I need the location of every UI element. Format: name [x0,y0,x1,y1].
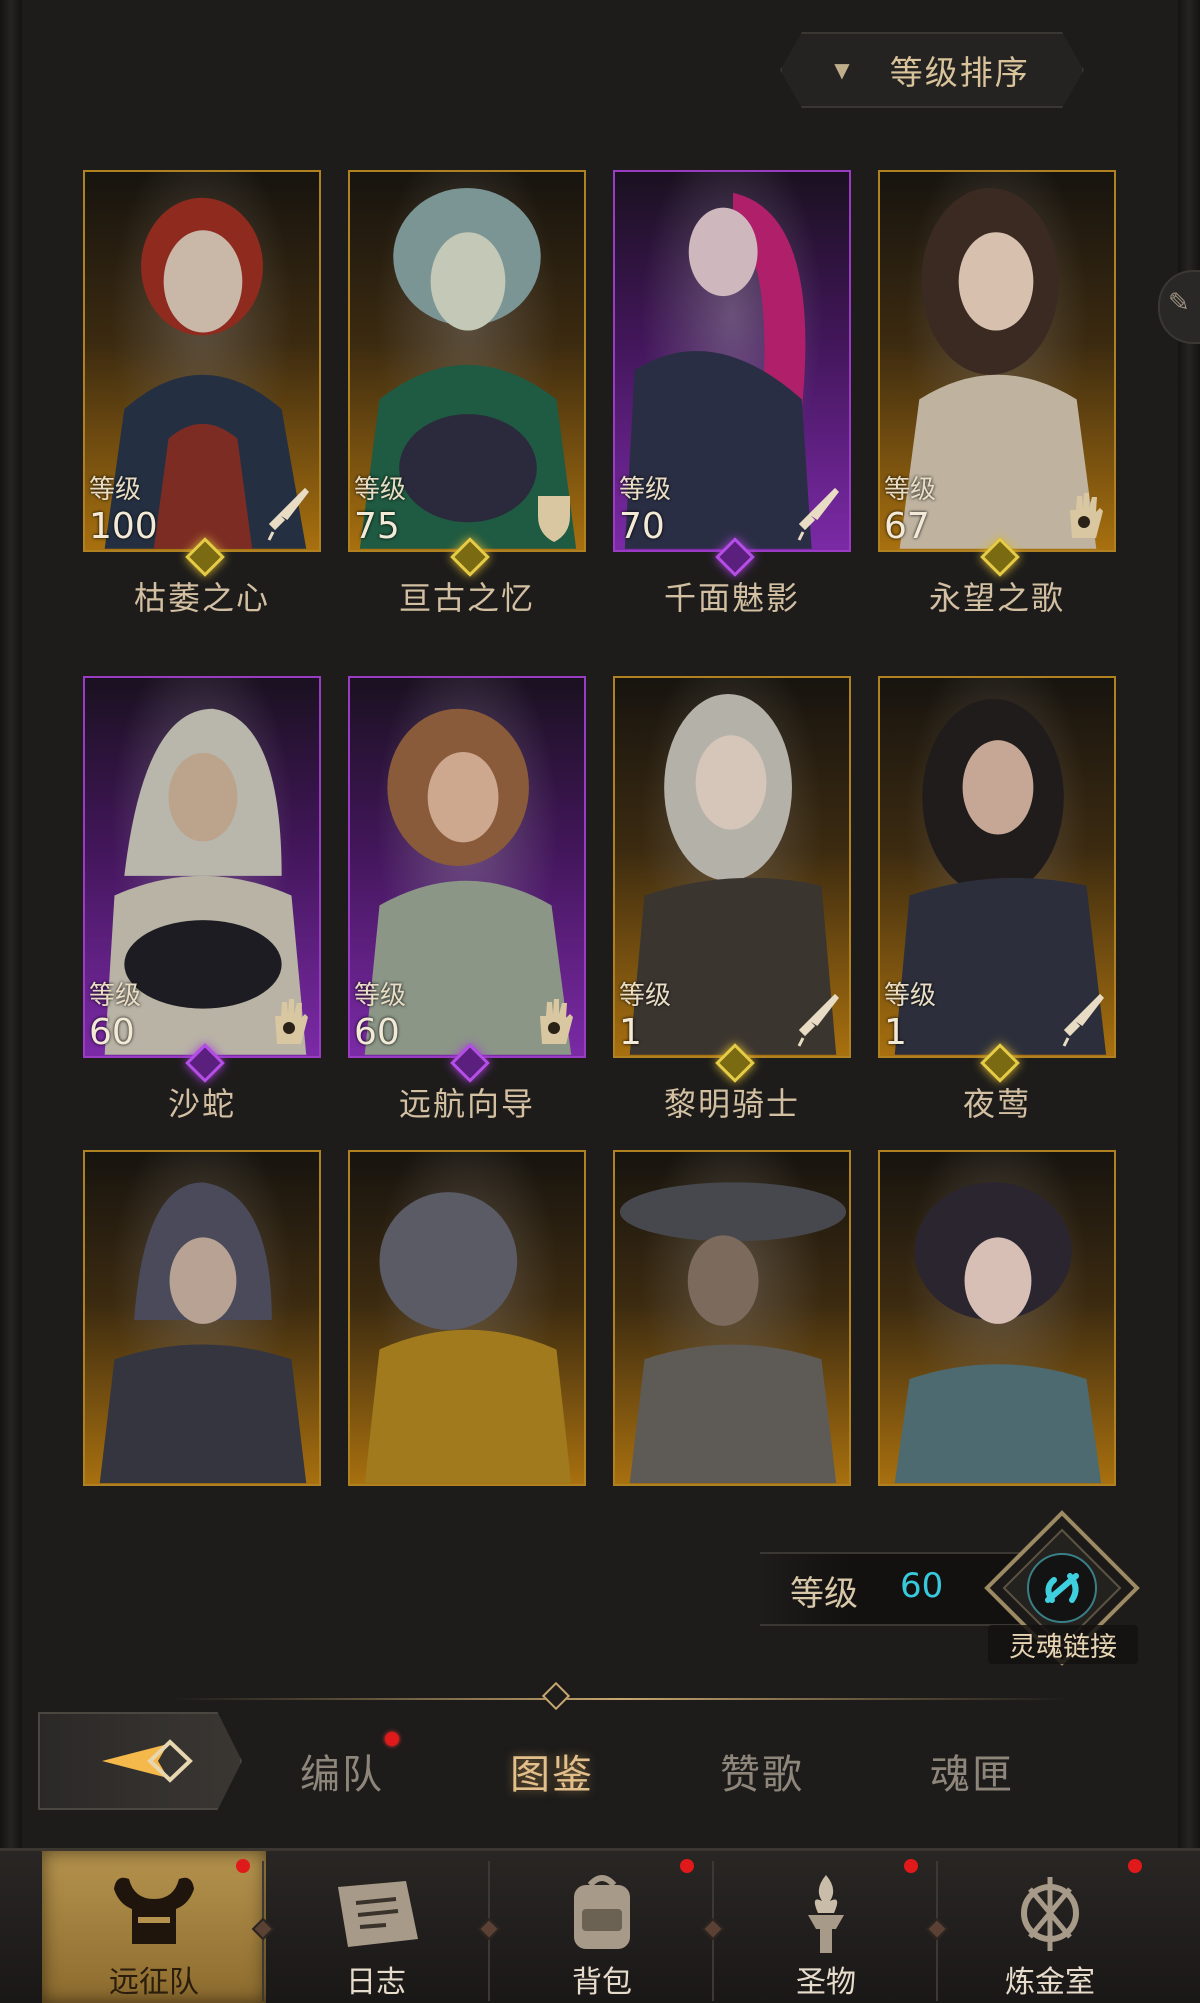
hero-name: 千面魅影 [663,579,800,617]
notification-badge [236,1859,250,1873]
hero-name: 黎明骑士 [663,1085,800,1123]
hero-card[interactable] [348,1150,586,1486]
backpack-icon [574,1875,630,1949]
nav-label: 背包 [572,1965,632,2000]
hero-card[interactable]: 等级 100 [83,170,321,552]
nav-alchemy-room[interactable]: 炼金室 [938,1851,1162,2003]
hero-card[interactable] [878,1150,1116,1486]
level-label: 等级 [89,981,142,1011]
tab-soul-box[interactable]: 魂匣 [930,1742,1014,1800]
level-value: 70 [619,506,665,547]
hero-card[interactable]: 等级 1 [613,676,851,1058]
hand-icon [1070,493,1103,538]
nav-journal[interactable]: 日志 [264,1851,488,2003]
level-label: 等级 [884,981,937,1011]
scroll-icon [338,1881,418,1947]
sort-by-level-button[interactable]: ▼ 等级排序 [780,32,1084,108]
tab-formation[interactable]: 编队 [300,1742,384,1800]
hero-card[interactable]: 等级 75 [348,170,586,552]
nav-backpack[interactable]: 背包 [490,1851,714,2003]
sort-label: 等级排序 [889,53,1030,92]
hero-name: 亘古之忆 [398,579,535,617]
hero-card[interactable] [83,1150,321,1486]
notification-badge [680,1859,694,1873]
level-label: 等级 [354,475,407,505]
sword-icon [797,994,839,1047]
edit-side-tab[interactable] [1158,270,1200,344]
level-label: 等级 [89,475,142,505]
nav-label: 日志 [346,1965,406,2000]
level-value: 60 [354,1012,400,1053]
sword-icon [797,488,839,541]
notification-badge [904,1859,918,1873]
tab-divider [170,1698,1070,1700]
hero-card[interactable]: 等级 67 [878,170,1116,552]
hero-card[interactable]: 等级 60 [83,676,321,1058]
hero-portrait [619,1182,847,1484]
hero-portrait [99,1182,307,1484]
back-arrow-icon [102,1739,193,1783]
back-button[interactable] [38,1712,242,1810]
hero-name: 永望之歌 [928,579,1065,617]
hero-card[interactable]: 等级 70 [613,170,851,552]
shield-icon [538,496,570,542]
sword-icon [267,488,309,541]
sword-icon [1062,994,1104,1047]
hand-icon [540,999,573,1044]
level-label: 等级 [619,981,672,1011]
nav-relics[interactable]: 圣物 [714,1851,938,2003]
hero-name: 枯萎之心 [133,579,270,617]
bottom-navigation: 远征队 日志 背包 圣物 炼金室 [0,1848,1200,2003]
level-value: 60 [900,1566,944,1606]
hero-portrait [894,1182,1102,1484]
notification-badge [385,1732,399,1746]
tab-anthem[interactable]: 赞歌 [720,1742,804,1800]
nav-label: 远征队 [109,1965,199,2000]
level-label: 等级 [884,475,937,505]
level-value: 60 [89,1012,135,1053]
hero-card[interactable] [613,1150,851,1486]
level-value: 1 [619,1012,642,1053]
hero-card[interactable]: 等级 1 [878,676,1116,1058]
level-value: 100 [89,506,158,547]
hero-name: 沙蛇 [167,1085,236,1123]
nav-label: 圣物 [796,1965,856,2000]
notification-badge [1128,1859,1142,1873]
alchemy-icon [1021,1877,1079,1951]
hero-name: 夜莺 [962,1085,1031,1123]
torch-icon [808,1875,844,1953]
tab-codex[interactable]: 图鉴 [510,1742,594,1800]
hero-name: 远航向导 [398,1085,535,1123]
level-value: 75 [354,506,400,547]
dropdown-triangle-icon: ▼ [834,58,850,82]
nav-label: 炼金室 [1005,1965,1095,2000]
hand-icon [275,999,308,1044]
level-label: 等级 [354,981,407,1011]
level-label: 等级 [790,1574,858,1614]
soul-link-label: 灵魂链接 [988,1625,1138,1664]
level-label: 等级 [619,475,672,505]
left-frame [0,0,22,1850]
nav-expedition[interactable]: 远征队 [42,1851,266,2003]
hero-card[interactable]: 等级 60 [348,676,586,1058]
hero-portrait [364,1192,572,1484]
level-value: 1 [884,1012,907,1053]
level-value: 67 [884,506,930,547]
active-tab-marker [541,1681,571,1711]
helmet-icon [114,1877,194,1944]
